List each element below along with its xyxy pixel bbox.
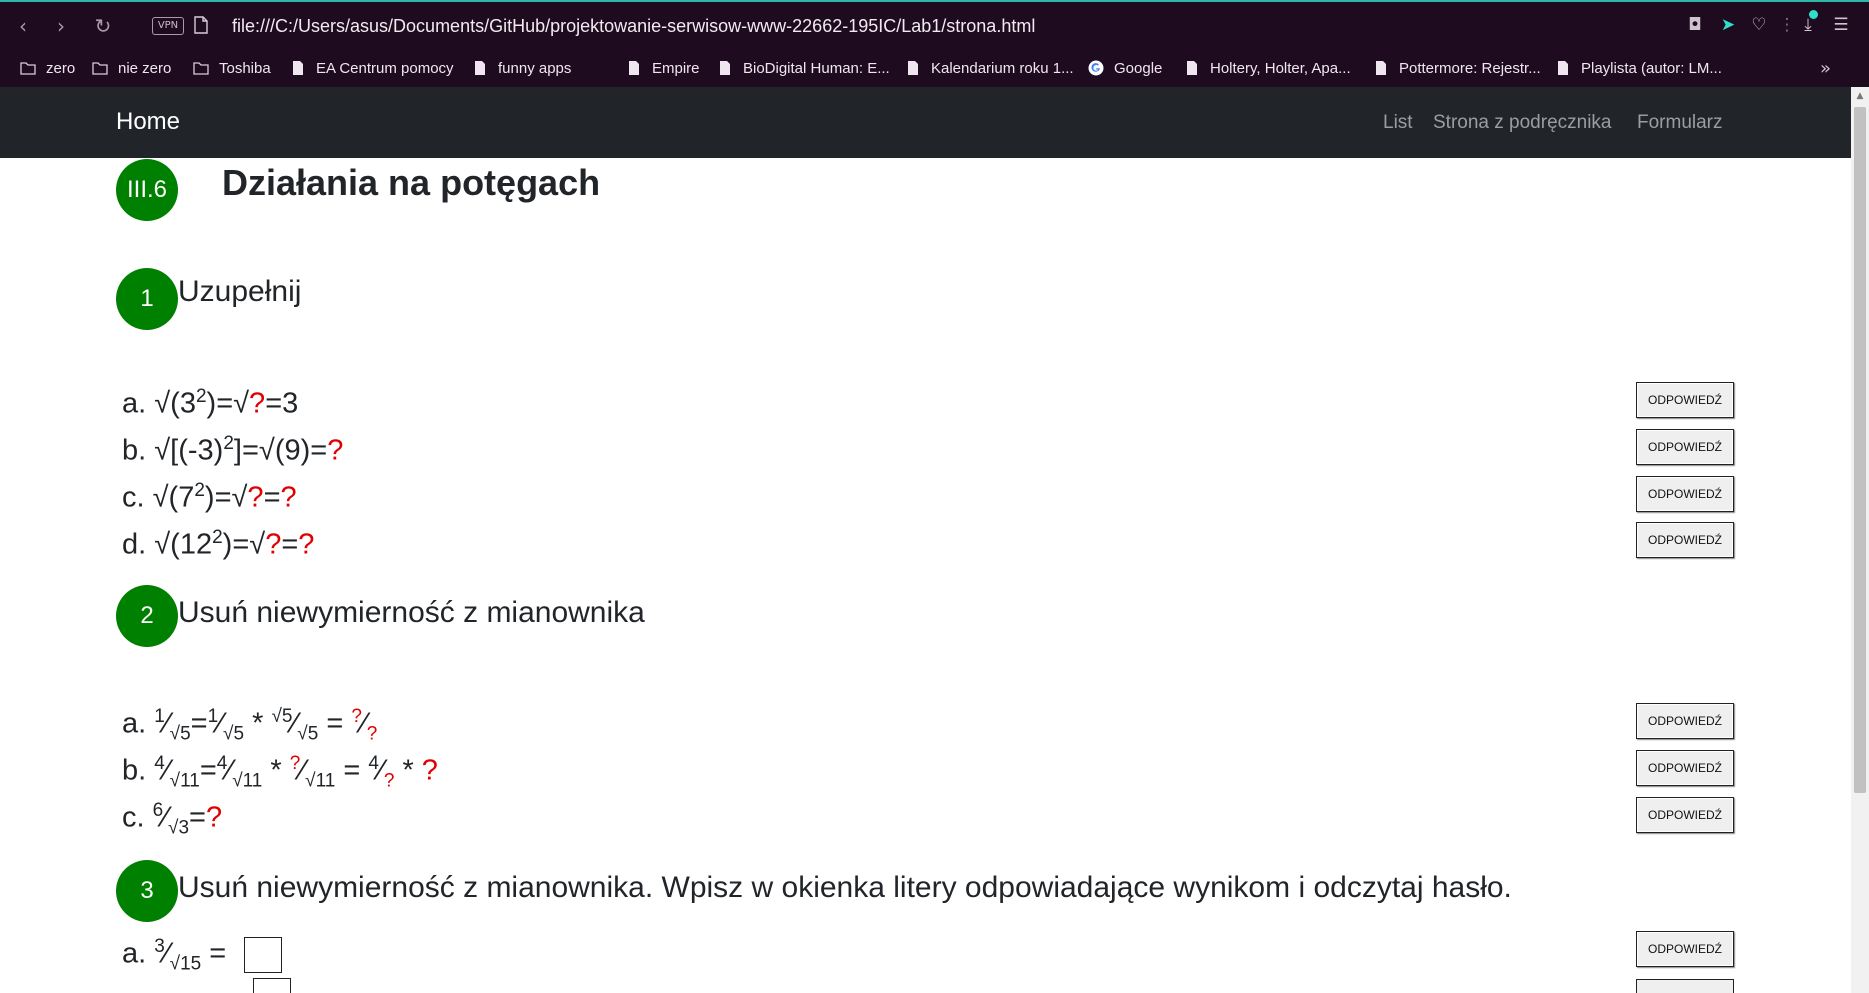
bookmark-label: funny apps [498,59,572,77]
download-indicator [1809,10,1818,19]
section-title: Uzupełnij [178,275,302,308]
answer-button[interactable]: ODPOWIEDŹ [1636,797,1734,833]
bookmark-item[interactable]: Google [1088,56,1162,80]
answer-button[interactable]: ODPOWIEDŹ [1636,429,1734,465]
bookmark-item[interactable]: Playlista (autor: LM... [1555,56,1722,80]
nav-link-formularz[interactable]: Formularz [1637,112,1723,134]
exercise-item: c. 6⁄√3=? [122,800,223,839]
exercise-item: b. √[(-3)2]=√(9)=? [122,433,344,467]
exercise-item: b. 4⁄√11=4⁄√11 * ?⁄√11 = 4⁄? * ? [122,753,438,792]
page-title: Działania na potęgach [222,162,601,203]
page-icon [1187,61,1197,75]
section-number-badge: 2 [116,585,178,647]
bookmark-label: Google [1114,59,1163,77]
heart-icon[interactable]: ♡ [1748,14,1770,36]
bookmark-item[interactable]: nie zero [92,56,171,80]
section-number-badge: 1 [116,268,178,330]
bookmark-label: Holtery, Holter, Apa... [1210,59,1351,77]
bookmark-label: Toshiba [219,59,271,77]
answer-button[interactable]: ODPOWIEDŹ [1636,931,1734,967]
bookmark-item[interactable]: Pottermore: Rejestr... [1373,56,1541,80]
bookmark-label: Kalendarium roku 1... [931,59,1074,77]
nav-link-strona-z-podrecznika[interactable]: Strona z podręcznika [1433,112,1612,134]
answer-letter-box[interactable] [253,978,291,993]
answer-button[interactable]: ODPOWIEDŹ [1636,382,1734,418]
bookmark-label: EA Centrum pomocy [316,59,454,77]
page-icon [475,61,485,75]
exercise-item: a. √(32)=√?=3 [122,386,299,420]
answer-button-partial[interactable] [1636,979,1734,993]
page-icon [720,61,730,75]
folder-icon [20,62,36,75]
chapter-badge: III.6 [116,159,178,221]
settings-sliders-icon[interactable]: ☰ [1830,14,1852,36]
bookmark-item[interactable]: Holtery, Holter, Apa... [1184,56,1351,80]
address-row: ‹ › ↻ VPN file:///C:/Users/asus/Document… [0,2,1869,50]
navbar-brand-home[interactable]: Home [116,108,180,136]
bookmark-item[interactable]: funny apps [472,56,571,80]
answer-button[interactable]: ODPOWIEDŹ [1636,522,1734,558]
bookmark-item[interactable]: Empire [626,56,700,80]
page-scrollbar[interactable]: ▲ [1851,87,1869,993]
bookmark-label: Pottermore: Rejestr... [1399,59,1541,77]
bookmarks-more-button[interactable]: » [1820,58,1831,79]
back-icon[interactable]: ‹ [10,13,36,39]
nav-link-list[interactable]: List [1383,112,1413,134]
section-number-badge: 3 [116,860,178,922]
exercise-item: d. √(122)=√?=? [122,527,315,561]
exercise-item: a. 1⁄√5=1⁄√5 * √5⁄√5 = ?⁄? [122,706,378,745]
bookmark-label: Empire [652,59,700,77]
reload-icon[interactable]: ↻ [90,13,116,39]
bookmark-label: Playlista (autor: LM... [1581,59,1722,77]
answer-button[interactable]: ODPOWIEDŹ [1636,750,1734,786]
answer-button[interactable]: ODPOWIEDŹ [1636,476,1734,512]
site-navbar: Home List Strona z podręcznika Formularz [0,87,1851,158]
bookmark-label: nie zero [118,59,172,77]
bookmark-item[interactable]: zero [20,56,75,80]
bookmark-label: zero [46,59,76,77]
forward-icon[interactable]: › [48,13,74,39]
separator-icon: ⋮ [1778,15,1796,35]
folder-icon [193,62,209,75]
bookmark-item[interactable]: EA Centrum pomocy [290,56,454,80]
browser-chrome: ‹ › ↻ VPN file:///C:/Users/asus/Document… [0,0,1869,87]
bookmark-item[interactable]: Toshiba [193,56,271,80]
page-icon [293,61,303,75]
answer-letter-box[interactable] [244,937,283,973]
page-icon [1376,61,1386,75]
camera-icon[interactable]: ◘ [1684,14,1706,36]
page-icon [194,16,208,34]
section-title: Usuń niewymierność z mianownika [178,596,645,629]
folder-icon [92,62,108,75]
page-icon [908,61,918,75]
vpn-badge[interactable]: VPN [152,17,184,35]
bookmark-label: BioDigital Human: E... [743,59,890,77]
bookmarks-bar: zero nie zero Toshiba EA Centrum pomocy … [0,50,1869,86]
scroll-up-arrow-icon[interactable]: ▲ [1851,87,1869,105]
google-icon [1088,60,1104,76]
page-icon [629,61,639,75]
send-icon[interactable]: ➤ [1717,14,1739,36]
bookmark-item[interactable]: Kalendarium roku 1... [905,56,1074,80]
scroll-thumb[interactable] [1854,107,1866,793]
section-title: Usuń niewymierność z mianownika. Wpisz w… [178,871,1512,904]
exercise-item: a. 3⁄√15 = [122,936,283,980]
page-icon [1558,61,1568,75]
url-field[interactable]: file:///C:/Users/asus/Documents/GitHub/p… [232,14,1035,38]
bookmark-item[interactable]: BioDigital Human: E... [717,56,890,80]
answer-button[interactable]: ODPOWIEDŹ [1636,703,1734,739]
exercise-item: c. √(72)=√?=? [122,480,297,514]
